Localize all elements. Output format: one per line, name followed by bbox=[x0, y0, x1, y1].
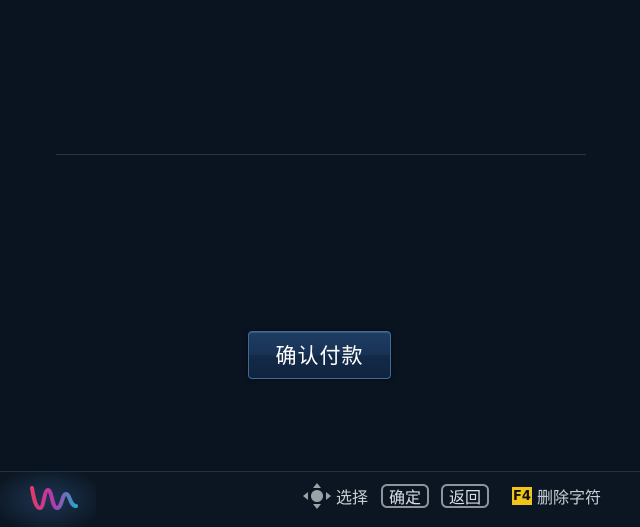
delete-char-label: 删除字符 bbox=[537, 488, 602, 507]
confirm-hint: 确定 bbox=[381, 482, 430, 510]
confirm-payment-button[interactable]: 确认付款 bbox=[248, 331, 391, 379]
brand-logo bbox=[0, 472, 96, 527]
footer-bar: 选择 确定 返回 F4 删除字符 bbox=[0, 471, 640, 527]
f4-key-badge[interactable]: F4 bbox=[512, 487, 532, 505]
select-hint: 选择 bbox=[302, 482, 368, 510]
divider-line bbox=[56, 154, 586, 155]
dpad-icon bbox=[303, 483, 331, 509]
select-label: 选择 bbox=[336, 488, 369, 507]
brand-w-logo-icon bbox=[30, 486, 78, 511]
back-hint: 返回 bbox=[441, 482, 490, 510]
back-key[interactable]: 返回 bbox=[441, 484, 490, 508]
confirm-payment-label: 确认付款 bbox=[275, 344, 364, 368]
confirm-key[interactable]: 确定 bbox=[381, 484, 430, 508]
delete-char-hint: F4 删除字符 bbox=[512, 482, 601, 510]
